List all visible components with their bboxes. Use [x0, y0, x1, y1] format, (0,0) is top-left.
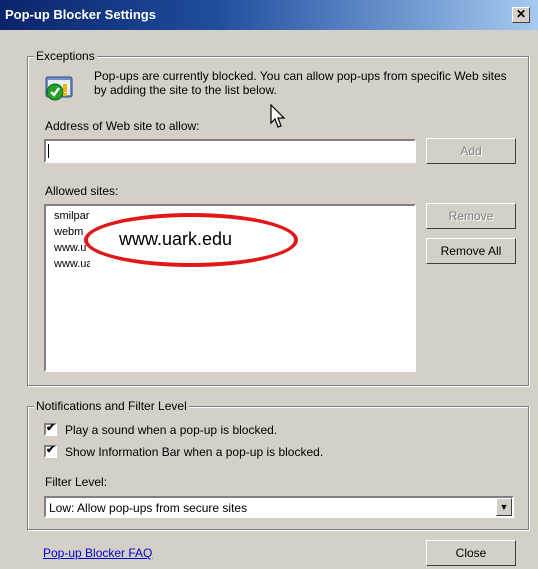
close-icon: ✕ — [515, 7, 527, 21]
checkmark-icon: ✔ — [46, 422, 56, 434]
address-label: Address of Web site to allow: — [45, 119, 200, 133]
text-caret — [48, 144, 49, 158]
shield-check-icon — [45, 76, 73, 101]
notifications-group-label: Notifications and Filter Level — [34, 399, 189, 413]
annotation-text: www.uark.edu — [119, 229, 233, 249]
popup-blocker-dialog: Pop-up Blocker Settings ✕ Exceptions Pop… — [0, 0, 538, 569]
exceptions-info-text: Pop-ups are currently blocked. You can a… — [94, 69, 507, 97]
filter-level-value: Low: Allow pop-ups from secure sites — [49, 501, 248, 515]
mouse-pointer-icon — [270, 104, 286, 128]
add-button[interactable]: Add — [426, 138, 516, 164]
remove-button[interactable]: Remove — [426, 203, 516, 229]
allowed-sites-label: Allowed sites: — [45, 184, 119, 198]
title-bar[interactable]: Pop-up Blocker Settings ✕ — [0, 0, 538, 30]
chevron-down-icon[interactable]: ▼ — [496, 498, 512, 516]
filter-level-label: Filter Level: — [45, 475, 108, 489]
filter-level-select[interactable]: Low: Allow pop-ups from secure sites ▼ — [44, 496, 514, 518]
dialog-title: Pop-up Blocker Settings — [5, 7, 156, 22]
address-input[interactable] — [44, 139, 416, 163]
popup-blocker-faq-link[interactable]: Pop-up Blocker FAQ — [43, 546, 152, 560]
info-bar-label[interactable]: Show Information Bar when a pop-up is bl… — [65, 445, 323, 459]
remove-all-button[interactable]: Remove All — [426, 238, 516, 264]
play-sound-checkbox[interactable]: ✔ — [44, 422, 57, 436]
close-window-button[interactable]: ✕ — [512, 7, 530, 23]
checkmark-icon: ✔ — [46, 444, 56, 456]
exceptions-group-label: Exceptions — [34, 49, 97, 63]
play-sound-label[interactable]: Play a sound when a pop-up is blocked. — [65, 423, 277, 437]
close-button[interactable]: Close — [426, 540, 516, 566]
list-item[interactable]: www.ua — [54, 258, 90, 270]
list-item[interactable]: smilpars — [54, 210, 90, 222]
info-bar-checkbox[interactable]: ✔ — [44, 444, 57, 458]
